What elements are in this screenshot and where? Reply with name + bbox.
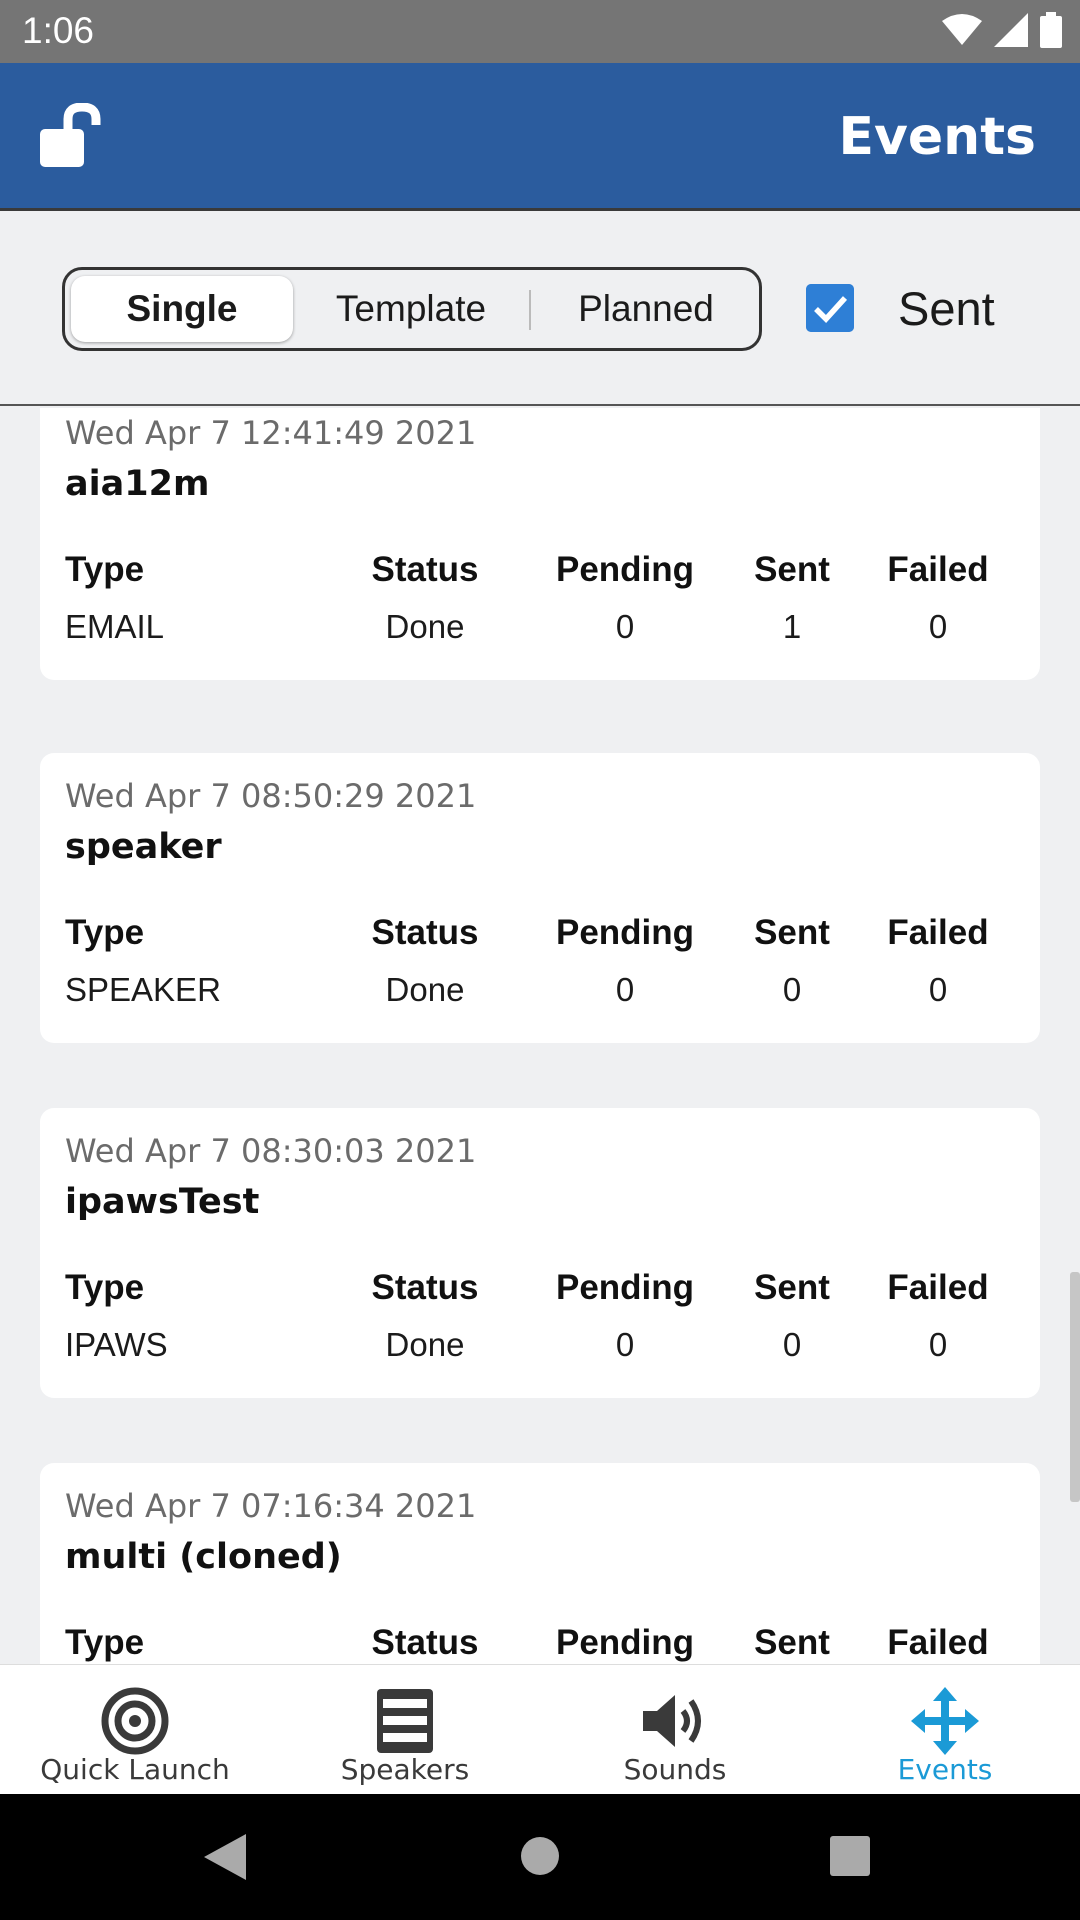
column-type: Type <box>65 913 145 952</box>
volume-icon <box>643 1695 701 1747</box>
column-status: Status <box>371 1623 479 1662</box>
filter-bar: Single Template Planned Sent <box>0 211 1080 406</box>
column-sent: Sent <box>754 1623 830 1662</box>
column-sent: Sent <box>754 1268 830 1307</box>
event-card[interactable]: Wed Apr 7 12:41:49 2021 aia12m Type Stat… <box>40 408 1040 680</box>
segment-single[interactable]: Single <box>71 276 293 342</box>
column-pending: Pending <box>555 1623 695 1662</box>
column-failed: Failed <box>887 1268 989 1307</box>
nav-sounds[interactable]: Sounds <box>540 1665 810 1795</box>
segment-template[interactable]: Template <box>297 276 525 342</box>
nav-quick-launch[interactable]: Quick Launch <box>0 1665 270 1795</box>
event-sent: 1 <box>782 608 802 645</box>
status-bar: 1:06 <box>0 0 1080 63</box>
event-date: Wed Apr 7 07:16:34 2021 <box>65 1487 477 1525</box>
recents-icon[interactable] <box>830 1836 870 1876</box>
speaker-icon <box>377 1689 433 1753</box>
event-pending: 0 <box>615 971 635 1008</box>
column-type: Type <box>65 1623 145 1662</box>
event-sent: 0 <box>782 1326 802 1363</box>
move-arrows-icon <box>911 1687 979 1755</box>
nav-speakers[interactable]: Speakers <box>270 1665 540 1795</box>
page-title: Events <box>838 107 1036 167</box>
event-failed: 0 <box>928 1326 948 1363</box>
event-failed: 0 <box>928 608 948 645</box>
event-list[interactable]: Wed Apr 7 12:41:49 2021 aia12m Type Stat… <box>0 408 1080 1664</box>
sent-checkbox[interactable] <box>806 284 854 332</box>
segment-divider <box>529 290 531 330</box>
event-type: SPEAKER <box>65 971 221 1008</box>
nav-label: Sounds <box>623 1753 727 1786</box>
event-date: Wed Apr 7 08:50:29 2021 <box>65 777 477 815</box>
event-date: Wed Apr 7 08:30:03 2021 <box>65 1132 477 1170</box>
status-time: 1:06 <box>22 10 95 51</box>
event-date: Wed Apr 7 12:41:49 2021 <box>65 414 477 452</box>
sent-checkbox-label[interactable]: Sent <box>898 281 995 336</box>
event-pending: 0 <box>615 1326 635 1363</box>
column-type: Type <box>65 550 145 589</box>
app-bar: Events <box>0 63 1080 211</box>
nav-events[interactable]: Events <box>810 1665 1080 1795</box>
event-status: Done <box>385 971 465 1008</box>
bottom-nav: Quick Launch Speakers Sounds Events <box>0 1664 1080 1794</box>
event-card[interactable]: Wed Apr 7 07:16:34 2021 multi (cloned) T… <box>40 1463 1040 1664</box>
column-sent: Sent <box>754 913 830 952</box>
battery-icon <box>1040 12 1062 48</box>
signal-icon <box>994 13 1028 47</box>
column-failed: Failed <box>887 1623 989 1662</box>
status-icons <box>942 12 1062 48</box>
column-failed: Failed <box>887 913 989 952</box>
unlock-icon[interactable] <box>36 103 106 169</box>
event-name: multi (cloned) <box>65 1537 342 1577</box>
column-failed: Failed <box>887 550 989 589</box>
column-pending: Pending <box>555 913 695 952</box>
event-name: ipawsTest <box>65 1182 260 1222</box>
event-type: IPAWS <box>65 1326 168 1363</box>
event-sent: 0 <box>782 971 802 1008</box>
event-card[interactable]: Wed Apr 7 08:50:29 2021 speaker Type Sta… <box>40 753 1040 1043</box>
scrollbar[interactable] <box>1070 1272 1080 1502</box>
event-pending: 0 <box>615 608 635 645</box>
segmented-control: Single Template Planned <box>62 267 762 351</box>
event-failed: 0 <box>928 971 948 1008</box>
column-pending: Pending <box>555 1268 695 1307</box>
home-icon[interactable] <box>520 1836 560 1876</box>
event-name: aia12m <box>65 464 210 504</box>
column-sent: Sent <box>754 550 830 589</box>
system-nav-bar <box>0 1794 1080 1920</box>
event-type: EMAIL <box>65 608 165 645</box>
nav-label: Speakers <box>340 1753 470 1786</box>
event-status: Done <box>385 608 465 645</box>
event-name: speaker <box>65 827 222 867</box>
column-pending: Pending <box>555 550 695 589</box>
column-status: Status <box>371 1268 479 1307</box>
nav-label: Events <box>897 1753 993 1786</box>
event-card[interactable]: Wed Apr 7 08:30:03 2021 ipawsTest Type S… <box>40 1108 1040 1398</box>
target-icon <box>101 1687 169 1755</box>
segment-planned[interactable]: Planned <box>533 276 759 342</box>
column-status: Status <box>371 550 479 589</box>
back-icon[interactable] <box>204 1834 246 1880</box>
event-status: Done <box>385 1326 465 1363</box>
wifi-icon <box>942 14 982 45</box>
column-type: Type <box>65 1268 145 1307</box>
nav-label: Quick Launch <box>40 1753 230 1786</box>
column-status: Status <box>371 913 479 952</box>
